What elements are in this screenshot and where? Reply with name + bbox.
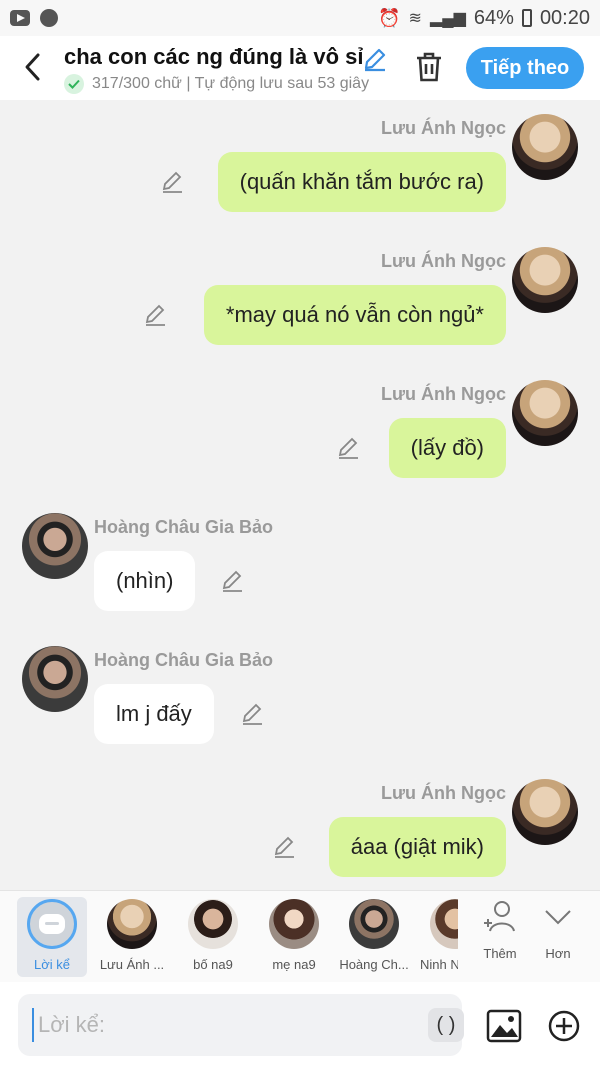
alarm-icon: ⏰ (378, 7, 401, 28)
image-icon[interactable] (486, 1009, 522, 1043)
avatar (107, 899, 157, 949)
message-bubble[interactable]: áaa (giật mik) (328, 817, 506, 877)
edit-title-icon[interactable] (362, 46, 388, 72)
avatar[interactable] (512, 779, 578, 845)
sender-name: Lưu Ánh Ngọc (380, 118, 506, 138)
parentheses-button[interactable]: ( ) (428, 1008, 464, 1042)
battery-icon (521, 9, 532, 27)
avatar (188, 899, 238, 949)
narrator-icon (27, 899, 77, 949)
message-row: Lưu Ánh Ngọc (quấn khăn tắm bước ra) (0, 100, 600, 220)
character-label: bố na9 (193, 957, 233, 972)
character-hoang-chau[interactable]: Hoàng Ch... (334, 897, 414, 977)
character-label: mẹ na9 (272, 957, 316, 972)
battery-text: 64% (473, 6, 514, 29)
sender-name: Lưu Ánh Ngọc (380, 783, 506, 803)
avatar (430, 899, 458, 949)
message-row: Hoàng Châu Gia Bảo (nhìn) (0, 499, 600, 619)
add-label: Thêm (483, 946, 517, 961)
message-input[interactable] (32, 1008, 392, 1042)
signal-icon: ▂▄▆ (429, 10, 466, 27)
message-bubble[interactable]: *may quá nó vẫn còn ngủ* (203, 285, 506, 345)
input-bar: ( ) (0, 982, 600, 1067)
wifi-icon: ≋ (408, 10, 422, 27)
back-button[interactable] (16, 50, 50, 84)
message-row: Hoàng Châu Gia Bảo lm j đấy (0, 632, 600, 752)
globe-icon (40, 9, 58, 27)
character-label: Lưu Ánh ... (99, 957, 165, 972)
character-bar: Lời kể Lưu Ánh ... bố na9 mẹ na9 Hoàng C… (0, 890, 600, 982)
add-character-button[interactable]: Thêm (470, 899, 530, 961)
avatar[interactable] (512, 114, 578, 180)
character-label: Hoàng Ch... (339, 957, 409, 972)
chevron-down-icon (545, 910, 571, 925)
more-label: Hơn (545, 946, 571, 961)
add-person-icon (484, 901, 515, 932)
pencil-icon[interactable] (143, 301, 169, 327)
avatar[interactable] (22, 646, 88, 712)
pencil-icon[interactable] (336, 434, 362, 460)
chevron-left-icon (25, 53, 40, 81)
pencil-icon[interactable] (240, 700, 266, 726)
character-label: Lời kể (34, 957, 70, 972)
message-bubble[interactable]: lm j đấy (94, 684, 214, 744)
sender-name: Lưu Ánh Ngọc (380, 251, 506, 271)
chat-area[interactable]: Lưu Ánh Ngọc (quấn khăn tắm bước ra) Lưu… (0, 100, 600, 890)
more-button[interactable]: Hơn (528, 899, 588, 961)
character-luu-anh-ngoc[interactable]: Lưu Ánh ... (92, 897, 172, 977)
message-row: Lưu Ánh Ngọc áaa (giật mik) (0, 765, 600, 885)
avatar (349, 899, 399, 949)
save-status: 317/300 chữ | Tự động lưu sau 53 giây (64, 74, 390, 94)
character-label: Ninh N (420, 957, 458, 972)
sender-name: Lưu Ánh Ngọc (380, 384, 506, 404)
message-row: Lưu Ánh Ngọc (lấy đồ) (0, 366, 600, 486)
message-bubble[interactable]: (quấn khăn tắm bước ra) (217, 152, 506, 212)
avatar[interactable] (512, 380, 578, 446)
character-me-na9[interactable]: mẹ na9 (254, 897, 334, 977)
word-count-text: 317/300 chữ | Tự động lưu sau 53 giây (92, 75, 370, 92)
message-row: Lưu Ánh Ngọc *may quá nó vẫn còn ngủ* (0, 233, 600, 353)
pencil-icon[interactable] (272, 833, 298, 859)
avatar (269, 899, 319, 949)
sender-name: Hoàng Châu Gia Bảo (94, 650, 274, 670)
avatar[interactable] (512, 247, 578, 313)
character-narrator[interactable]: Lời kể (17, 897, 87, 977)
next-button[interactable]: Tiếp theo (466, 47, 584, 89)
check-icon (64, 74, 84, 94)
header: cha con các ng đúng là vô sỉ 317/300 chữ… (0, 36, 600, 100)
pencil-icon[interactable] (160, 168, 186, 194)
add-icon[interactable] (548, 1010, 580, 1042)
message-bubble[interactable]: (lấy đồ) (388, 418, 506, 478)
character-ninh[interactable]: Ninh N (418, 897, 458, 977)
message-input-container: ( ) (18, 994, 464, 1056)
status-bar: ⏰ ≋ ▂▄▆ 64% 00:20 (0, 0, 600, 36)
page-title: cha con các ng đúng là vô sỉ (64, 44, 364, 69)
avatar[interactable] (22, 513, 88, 579)
character-bo-na9[interactable]: bố na9 (173, 897, 253, 977)
message-bubble[interactable]: (nhìn) (94, 551, 196, 611)
pencil-icon[interactable] (220, 567, 246, 593)
clock-text: 00:20 (539, 6, 590, 29)
trash-icon[interactable] (414, 50, 444, 84)
youtube-icon (10, 10, 30, 26)
sender-name: Hoàng Châu Gia Bảo (94, 517, 274, 537)
